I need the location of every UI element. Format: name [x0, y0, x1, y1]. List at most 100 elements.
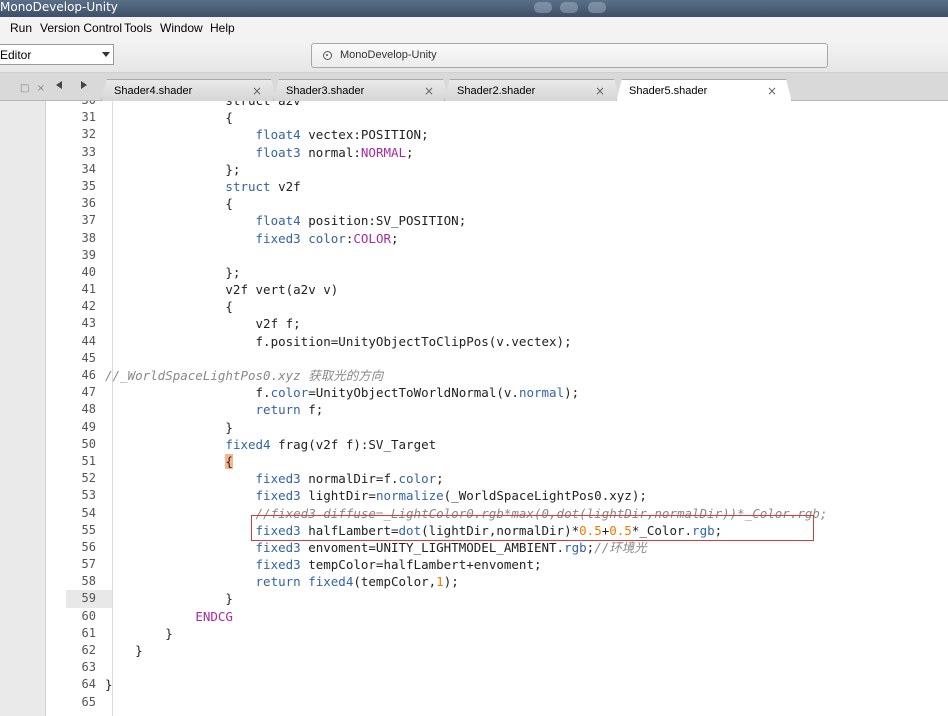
code-token: ;: [436, 471, 444, 487]
code-line[interactable]: }: [105, 590, 948, 607]
code-line[interactable]: [105, 247, 948, 264]
tab-shader4[interactable]: Shader4.shader ×: [101, 79, 277, 101]
code-line[interactable]: }: [105, 625, 948, 642]
code-token: f.position=UnityObjectToClipPos(v.vectex…: [105, 333, 572, 349]
code-line[interactable]: ENDCG: [105, 608, 948, 625]
code-token: {: [105, 110, 233, 126]
code-line[interactable]: {: [105, 195, 948, 212]
code-line[interactable]: {: [105, 109, 948, 126]
code-line[interactable]: float4 vectex:POSITION;: [105, 126, 948, 143]
code-token: }: [105, 677, 113, 693]
code-token: normalize: [375, 488, 444, 504]
code-token: *_Color.: [631, 522, 693, 538]
editor-gutter[interactable]: [47, 101, 66, 716]
code-token: return: [255, 574, 301, 590]
code-token: dot: [398, 522, 422, 538]
code-token: rgb: [692, 522, 715, 538]
code-token: {: [105, 299, 233, 315]
close-icon[interactable]: ×: [424, 84, 434, 98]
code-line[interactable]: float3 normal:NORMAL;: [105, 144, 948, 161]
code-line[interactable]: //_WorldSpaceLightPos0.xyz 获取光的方向: [105, 367, 948, 384]
menu-window[interactable]: Window: [160, 21, 203, 35]
code-line[interactable]: [105, 694, 948, 711]
code-token: float4: [255, 127, 301, 143]
menu-run[interactable]: Run: [10, 21, 32, 35]
code-line[interactable]: };: [105, 161, 948, 178]
configuration-select[interactable]: Editor: [0, 44, 114, 65]
code-token: fixed4: [225, 436, 271, 452]
code-line[interactable]: }: [105, 676, 948, 693]
code-line[interactable]: [105, 350, 948, 367]
code-line[interactable]: //fixed3 diffuse=_LightColor0.rgb*max(0,…: [105, 505, 948, 522]
title-control-middle[interactable]: [560, 2, 578, 13]
code-line[interactable]: return fixed4(tempColor,1);: [105, 573, 948, 590]
code-line[interactable]: struct v2f: [105, 178, 948, 195]
code-token: NORMAL: [360, 144, 407, 160]
code-token: }: [105, 419, 233, 435]
tab-shader3[interactable]: Shader3.shader ×: [273, 79, 449, 101]
status-area: MonoDevelop-Unity: [311, 43, 828, 68]
code-line[interactable]: {: [105, 298, 948, 315]
menu-help[interactable]: Help: [210, 21, 235, 35]
code-line[interactable]: }: [105, 642, 948, 659]
code-area[interactable]: struct a2v { float4 vectex:POSITION; flo…: [105, 101, 948, 711]
code-line[interactable]: float4 position:SV_POSITION;: [105, 212, 948, 229]
code-token: color: [398, 471, 437, 487]
code-line[interactable]: fixed3 normalDir=f.color;: [105, 470, 948, 487]
code-line[interactable]: }: [105, 419, 948, 436]
menu-tools[interactable]: Tools: [124, 21, 152, 35]
code-token: (lightDir,normalDir)*: [421, 522, 580, 538]
chevron-down-icon: [102, 52, 110, 57]
code-token: tempColor=halfLambert+envoment;: [300, 557, 542, 573]
code-line[interactable]: {: [105, 453, 948, 470]
code-line[interactable]: fixed3 envoment=UNITY_LIGHTMODEL_AMBIENT…: [105, 539, 948, 556]
pad-controls[interactable]: □ ×: [20, 83, 47, 94]
window-title-bar: MonoDevelop-Unity: [0, 0, 948, 17]
title-control-left[interactable]: [534, 2, 552, 13]
code-token: fixed3: [255, 230, 301, 246]
close-icon[interactable]: ×: [767, 84, 777, 98]
code-token: color: [308, 230, 346, 246]
code-token: vectex:POSITION;: [300, 127, 429, 143]
code-token: return: [255, 402, 301, 418]
code-line[interactable]: f.position=UnityObjectToClipPos(v.vectex…: [105, 333, 948, 350]
code-token: =UnityObjectToWorldNormal(v.: [308, 385, 519, 401]
code-token: fixed3: [255, 557, 301, 573]
code-line[interactable]: v2f vert(a2v v): [105, 281, 948, 298]
tab-label: Shader5.shader: [629, 85, 708, 97]
code-token: //_WorldSpaceLightPos0.xyz 获取光的方向: [105, 368, 384, 383]
code-line[interactable]: v2f f;: [105, 315, 948, 332]
code-line[interactable]: f.color=UnityObjectToWorldNormal(v.norma…: [105, 384, 948, 401]
menu-version-control[interactable]: Version Control: [40, 21, 122, 35]
nav-forward-icon[interactable]: [81, 81, 87, 89]
tab-shader5[interactable]: Shader5.shader ×: [616, 79, 792, 102]
code-line[interactable]: fixed3 lightDir=normalize(_WorldSpaceLig…: [105, 487, 948, 504]
code-line[interactable]: fixed3 tempColor=halfLambert+envoment;: [105, 556, 948, 573]
close-icon[interactable]: ×: [252, 84, 262, 98]
code-line[interactable]: fixed3 color:COLOR;: [105, 230, 948, 247]
code-line[interactable]: fixed4 frag(v2f f):SV_Target: [105, 436, 948, 453]
title-control-right[interactable]: [588, 2, 606, 13]
code-token: (tempColor,: [353, 574, 437, 590]
code-line[interactable]: struct a2v: [105, 101, 948, 109]
close-icon[interactable]: ×: [595, 84, 605, 98]
code-line[interactable]: };: [105, 264, 948, 281]
code-token: fixed3: [255, 522, 301, 538]
code-token: lightDir=: [300, 488, 376, 504]
tab-shader2[interactable]: Shader2.shader ×: [444, 79, 620, 101]
code-line[interactable]: return f;: [105, 401, 948, 418]
code-token: };: [105, 161, 241, 177]
code-editor[interactable]: 3031323334353637383940414243444546474849…: [47, 101, 948, 716]
tab-label: Shader2.shader: [457, 85, 536, 97]
nav-back-icon[interactable]: [56, 81, 62, 89]
code-line[interactable]: fixed3 halfLambert=dot(lightDir,normalDi…: [105, 522, 948, 539]
code-token: (_WorldSpaceLightPos0.xyz);: [443, 488, 647, 504]
window-title: MonoDevelop-Unity: [0, 0, 118, 14]
code-line[interactable]: [105, 659, 948, 676]
